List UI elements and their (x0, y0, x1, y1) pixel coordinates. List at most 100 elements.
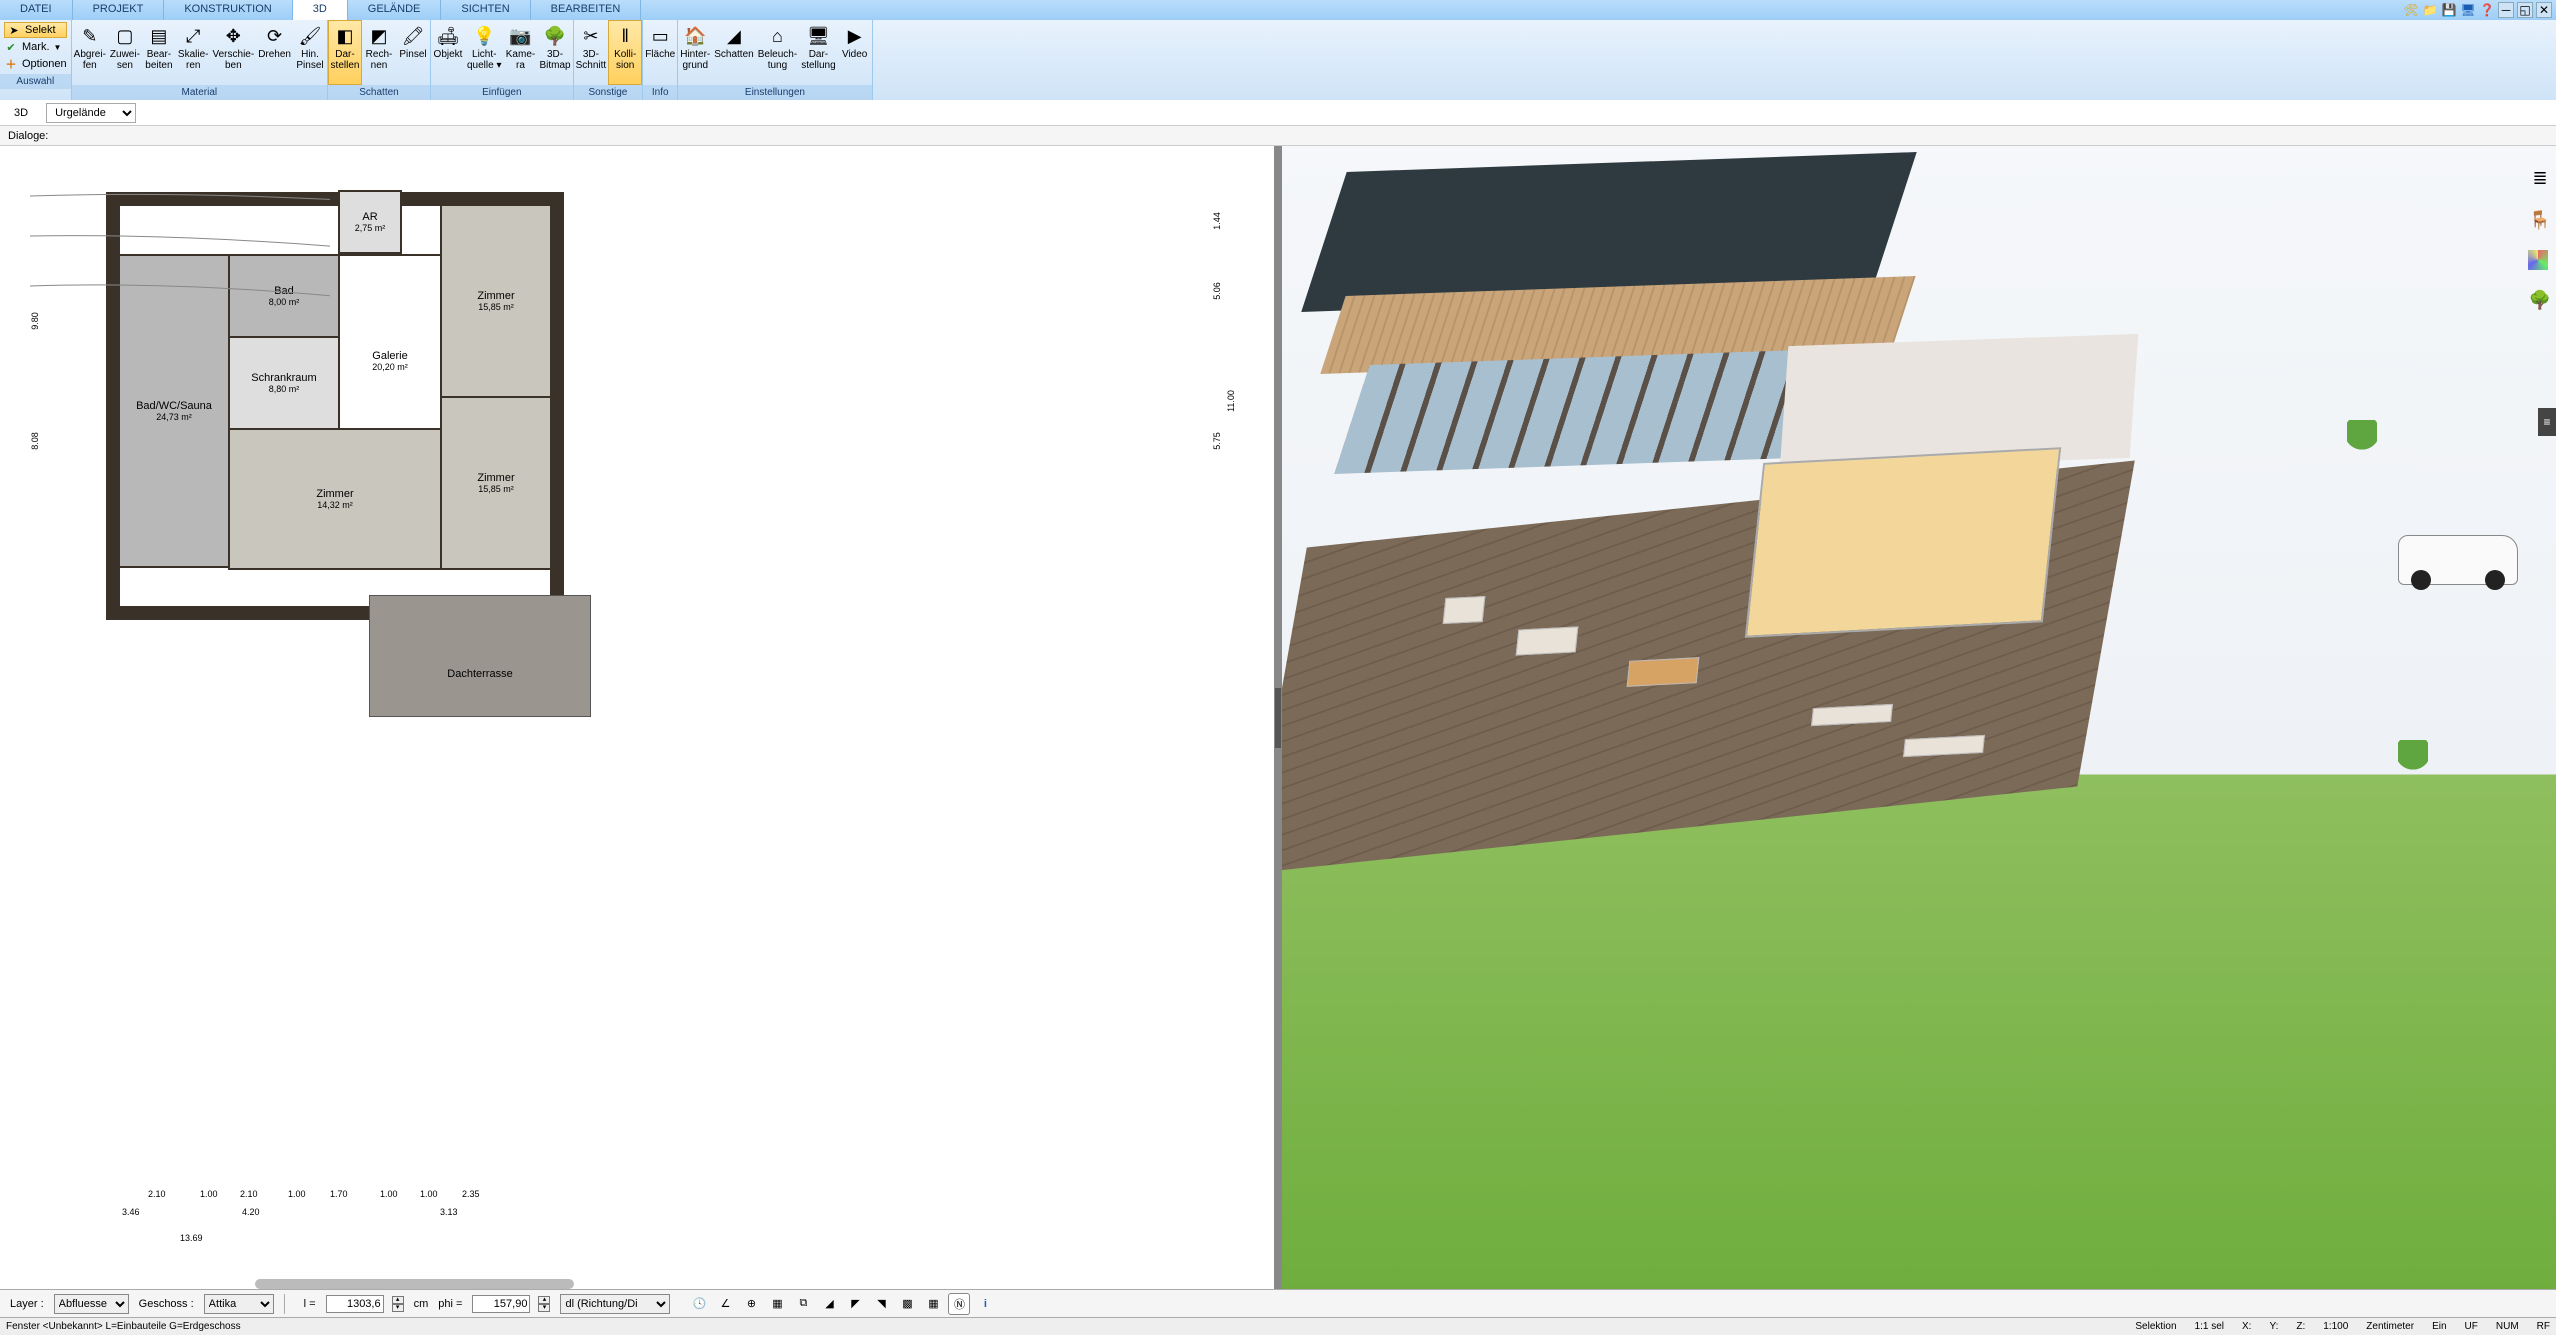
3d-view[interactable]: ≣ 🪑 🌳 ≡ (1278, 146, 2556, 1289)
drehen-button[interactable]: ⟳Drehen (256, 20, 293, 85)
rechnen-button[interactable]: ◩Rech-nen (362, 20, 396, 85)
group-label-einstellungen: Einstellungen (678, 85, 871, 100)
minimize-icon[interactable]: ─ (2498, 2, 2514, 18)
darstellung-icon: 🖥 (806, 24, 830, 48)
status-unit: Zentimeter (2366, 1321, 2414, 1332)
dim-l-1: 8.08 (30, 432, 40, 450)
darstellen-label1: Dar- (335, 50, 354, 61)
objekt-button[interactable]: 🛋Objekt (431, 20, 465, 85)
drehen-icon: ⟳ (263, 24, 287, 48)
mark-button[interactable]: ✔ Mark. ▼ (4, 39, 67, 55)
darstellung-label1: Dar- (809, 50, 828, 61)
horizontal-scrollbar[interactable] (255, 1279, 574, 1289)
chair-icon[interactable]: 🪑 (2528, 208, 2552, 232)
skalieren-button[interactable]: ⤢Skalie-ren (176, 20, 211, 85)
abgreifen-label1: Abgrei- (74, 50, 106, 61)
geschoss-combo[interactable]: Attika (204, 1294, 274, 1314)
palette-icon[interactable] (2528, 250, 2548, 270)
layer-combo[interactable]: Abfluesse (54, 1294, 129, 1314)
terrain-combo[interactable]: Urgelände (46, 103, 136, 123)
info-icon[interactable]: i (974, 1293, 996, 1315)
clock-icon[interactable]: 🕓 (688, 1293, 710, 1315)
lichtquelle-label2: quelle ▾ (467, 61, 502, 72)
verschieben-button[interactable]: ✥Verschie-ben (211, 20, 257, 85)
right-expand-handle[interactable]: ≡ (2538, 408, 2556, 436)
abgreifen-button[interactable]: ✎Abgrei-fen (72, 20, 108, 85)
kamera-button[interactable]: 📷Kame-ra (504, 20, 538, 85)
phi-spin-down[interactable]: ▾ (538, 1304, 550, 1312)
rechnen-label2: nen (371, 61, 388, 72)
angle-icon[interactable]: ∠ (714, 1293, 736, 1315)
restore-icon[interactable]: ◱ (2517, 2, 2533, 18)
menu-tab-projekt[interactable]: PROJEKT (73, 0, 165, 20)
dim-r-2: 5.06 (1212, 282, 1222, 300)
l-spin-up[interactable]: ▴ (392, 1296, 404, 1304)
checkmark-icon: ✔ (4, 40, 18, 54)
layers-icon[interactable]: ≣ (2528, 166, 2552, 190)
kamera-icon: 📷 (509, 24, 533, 48)
menu-tab-datei[interactable]: DATEI (0, 0, 73, 20)
north-icon[interactable]: Ⓝ (948, 1293, 970, 1315)
3d-schnitt-button[interactable]: ✂3D-Schnitt (574, 20, 609, 85)
hin-pinsel-button[interactable]: 🖌Hin.Pinsel (293, 20, 327, 85)
video-button[interactable]: ▶ Video (838, 20, 872, 85)
lichtquelle-icon: 💡 (472, 24, 496, 48)
flaeche-label1: Fläche (645, 50, 675, 61)
mode-combo[interactable]: dl (Richtung/Di (560, 1294, 670, 1314)
cursor-icon: ➤ (7, 23, 21, 37)
darstellen-button[interactable]: ◧Dar-stellen (328, 20, 362, 85)
room-zimmer3-name: Zimmer (316, 488, 353, 500)
lichtquelle-button[interactable]: 💡Licht-quelle ▾ (465, 20, 504, 85)
slope1-icon[interactable]: ◢ (818, 1293, 840, 1315)
l-spin-down[interactable]: ▾ (392, 1304, 404, 1312)
menu-tab-gelaende[interactable]: GELÄNDE (348, 0, 442, 20)
3d-car (2398, 535, 2518, 585)
phi-spin-up[interactable]: ▴ (538, 1296, 550, 1304)
wrench-icon[interactable]: 🛠 (2403, 2, 2419, 18)
folder-icon[interactable]: 📁 (2422, 2, 2438, 18)
group-label-einfügen: Einfügen (431, 85, 573, 100)
layers-toggle-icon[interactable]: ▦ (766, 1293, 788, 1315)
chevron-down-icon: ▼ (54, 43, 62, 52)
close-icon[interactable]: ✕ (2536, 2, 2552, 18)
slope2-icon[interactable]: ◤ (844, 1293, 866, 1315)
help-icon[interactable]: ❓ (2479, 2, 2495, 18)
view-splitter[interactable] (1274, 146, 1282, 1289)
pinsel-button[interactable]: 🖍Pinsel (396, 20, 430, 85)
optionen-button[interactable]: ＋ Optionen (4, 56, 67, 72)
beleuchtung-button[interactable]: ⌂Beleuch-tung (756, 20, 799, 85)
3d-schnitt-label1: 3D- (583, 50, 599, 61)
layer-label: Layer : (10, 1298, 44, 1310)
schatten-button[interactable]: ◢Schatten (712, 20, 755, 85)
darstellung-button[interactable]: 🖥Dar-stellung (799, 20, 837, 85)
grid-icon[interactable]: ▦ (922, 1293, 944, 1315)
menu-tab-konstruktion[interactable]: KONSTRUKTION (164, 0, 292, 20)
kollision-button[interactable]: ‖Kolli-sion (608, 20, 642, 85)
tree-icon[interactable]: 🌳 (2528, 288, 2552, 312)
slope3-icon[interactable]: ◥ (870, 1293, 892, 1315)
hin-pinsel-icon: 🖌 (298, 24, 322, 48)
dim-r-4: 5.75 (1212, 432, 1222, 450)
l-input[interactable] (326, 1295, 384, 1313)
menu-tab-3d[interactable]: 3D (293, 0, 348, 20)
video-icon: ▶ (843, 24, 867, 48)
hintergrund-button[interactable]: 🏠Hinter-grund (678, 20, 712, 85)
save-icon[interactable]: 💾 (2441, 2, 2457, 18)
merge-icon[interactable]: ⧉ (792, 1293, 814, 1315)
video-label1: Video (842, 50, 867, 61)
darstellen-label2: stellen (331, 61, 360, 72)
plan-building: AR 2,75 m² Galerie 20,20 m² Zimmer 15,85… (120, 206, 550, 606)
floorplan-view[interactable]: AR 2,75 m² Galerie 20,20 m² Zimmer 15,85… (0, 146, 1278, 1289)
menu-tab-sichten[interactable]: SICHTEN (441, 0, 530, 20)
zuweisen-button[interactable]: ▢Zuwei-sen (108, 20, 142, 85)
3d-bitmap-button[interactable]: 🌳3D-Bitmap (538, 20, 573, 85)
phi-input[interactable] (472, 1295, 530, 1313)
screen-icon[interactable]: 🖥 (2460, 2, 2476, 18)
snap-node-icon[interactable]: ⊕ (740, 1293, 762, 1315)
hatch-icon[interactable]: ▩ (896, 1293, 918, 1315)
status-sel-ratio: 1:1 sel (2195, 1321, 2224, 1332)
flaeche-button[interactable]: ▭Fläche (643, 20, 677, 85)
menu-tab-bearbeiten[interactable]: BEARBEITEN (531, 0, 642, 20)
selekt-button[interactable]: ➤ Selekt (4, 22, 67, 38)
bearbeiten-button[interactable]: ▤Bear-beiten (142, 20, 176, 85)
